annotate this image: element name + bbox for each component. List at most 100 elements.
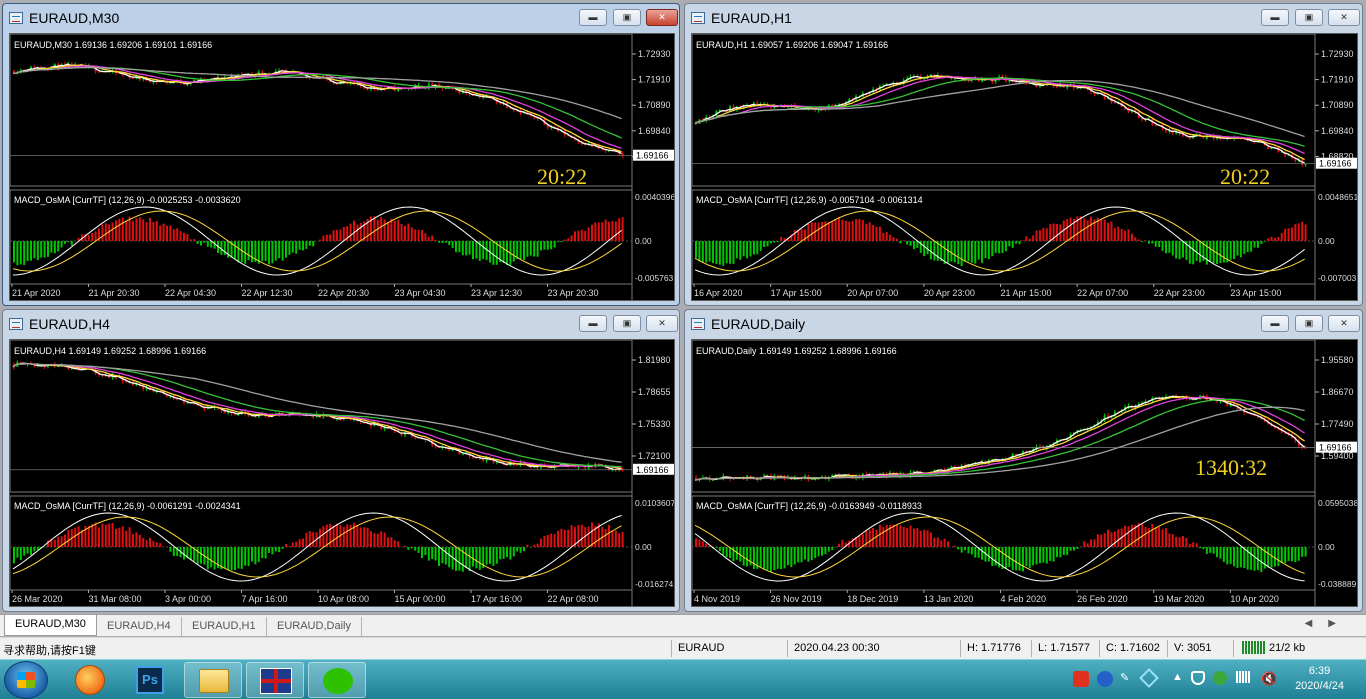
close-button[interactable]: ✕ (1328, 9, 1360, 26)
macd-histogram-bar (1015, 241, 1018, 244)
window-titlebar[interactable]: EURAUD,Daily ▬ ▣ ✕ (685, 310, 1362, 338)
chart-window-euraud-m30[interactable]: EURAUD,M30 ▬ ▣ ✕ EURAUD,M30 1.69136 1.69… (2, 3, 680, 306)
tab-euraud-h4[interactable]: EURAUD,H4 (97, 617, 182, 636)
macd-histogram-bar (902, 240, 905, 241)
macd-histogram-bar (1028, 238, 1031, 241)
macd-histogram-bar (729, 241, 732, 264)
maximize-button[interactable]: ▣ (1295, 9, 1323, 26)
chart-area[interactable]: EURAUD,M30 1.69136 1.69206 1.69101 1.691… (9, 33, 675, 301)
macd-histogram-bar (305, 532, 308, 547)
macd-histogram-bar (230, 547, 233, 571)
candle-body (516, 464, 519, 466)
chart-window-euraud-h1[interactable]: EURAUD,H1 ▬ ▣ ✕ EURAUD,H1 1.69057 1.6920… (684, 3, 1363, 306)
macd-histogram-bar (407, 223, 410, 241)
macd-histogram-bar (705, 543, 708, 547)
close-button[interactable]: ✕ (1328, 315, 1360, 332)
macd-histogram-bar (1035, 547, 1038, 565)
help-tray-icon[interactable] (1097, 671, 1113, 687)
macd-histogram-bar (159, 543, 162, 547)
candle-body (268, 416, 270, 418)
macd-histogram-bar (604, 529, 607, 547)
macd-histogram-bar (553, 533, 556, 547)
chart-window-euraud-daily[interactable]: EURAUD,Daily ▬ ▣ ✕ EURAUD,Daily 1.69149 … (684, 309, 1363, 612)
macd-histogram-bar (1253, 547, 1256, 571)
macd-histogram-bar (145, 540, 148, 547)
price-axis-label: 1.78655 (638, 387, 671, 397)
price-axis-label: 1.75330 (638, 419, 671, 429)
macd-histogram-bar (50, 241, 53, 253)
window-titlebar[interactable]: EURAUD,M30 ▬ ▣ ✕ (3, 4, 679, 32)
macd-histogram-bar (597, 222, 600, 241)
macd-histogram-bar (308, 241, 311, 246)
price-axis-label: 1.95580 (1321, 355, 1354, 365)
macd-histogram-bar (1222, 241, 1225, 263)
chart-window-euraud-h4[interactable]: EURAUD,H4 ▬ ▣ ✕ EURAUD,H4 1.69149 1.6925… (2, 309, 680, 612)
candle-countdown-timer: 20:22 (537, 164, 587, 189)
window-titlebar[interactable]: EURAUD,H1 ▬ ▣ ✕ (685, 4, 1362, 32)
close-button[interactable]: ✕ (646, 9, 678, 26)
minimize-button[interactable]: ▬ (579, 315, 607, 332)
macd-histogram-bar (1015, 547, 1018, 571)
minimize-button[interactable]: ▬ (1261, 9, 1289, 26)
macd-histogram-bar (1038, 230, 1041, 241)
macd-histogram-bar (444, 241, 447, 243)
wechat-taskbar-button[interactable] (308, 662, 366, 698)
macd-histogram-bar (240, 547, 243, 569)
macd-histogram-bar (981, 547, 984, 560)
time-axis-label: 22 Apr 20:30 (318, 288, 369, 298)
explorer-taskbar-button[interactable] (184, 662, 242, 698)
macd-histogram-bar (19, 241, 22, 265)
system-clock[interactable]: 6:39 2020/4/24 (1295, 664, 1344, 694)
time-axis-label: 31 Mar 08:00 (89, 594, 142, 604)
ime-tray-icon[interactable]: ✎ (1120, 671, 1129, 684)
macd-axis-label: 0.0040396 (635, 192, 675, 202)
sogou-ime-icon[interactable] (1073, 671, 1089, 687)
minimize-button[interactable]: ▬ (1261, 315, 1289, 332)
tab-euraud-m30[interactable]: EURAUD,M30 (4, 615, 97, 636)
macd-histogram-bar (434, 239, 437, 241)
macd-histogram-bar (1280, 233, 1283, 241)
maximize-button[interactable]: ▣ (613, 315, 641, 332)
maximize-button[interactable]: ▣ (1295, 315, 1323, 332)
macd-histogram-bar (950, 241, 953, 262)
macd-histogram-bar (523, 241, 525, 261)
chart-area[interactable]: EURAUD,Daily 1.69149 1.69252 1.68996 1.6… (691, 339, 1358, 607)
macd-histogram-bar (200, 547, 202, 564)
macd-histogram-bar (1233, 547, 1236, 567)
close-button[interactable]: ✕ (646, 315, 678, 332)
macd-histogram-bar (234, 547, 236, 571)
macd-histogram-bar (773, 547, 776, 571)
photoshop-taskbar-button[interactable]: Ps (121, 662, 179, 698)
candle-body (98, 71, 100, 73)
macd-histogram-bar (302, 538, 304, 547)
update-tray-icon[interactable] (1213, 671, 1227, 685)
tab-euraud-daily[interactable]: EURAUD,Daily (267, 617, 362, 636)
macd-histogram-bar (526, 544, 529, 547)
macd-histogram-bar (735, 241, 738, 259)
minimize-button[interactable]: ▬ (579, 9, 607, 26)
macd-histogram-bar (1045, 547, 1048, 564)
macd-histogram-bar (546, 535, 549, 547)
macd-histogram-bar (325, 234, 328, 241)
window-titlebar[interactable]: EURAUD,H4 ▬ ▣ ✕ (3, 310, 679, 338)
start-button[interactable] (4, 661, 48, 699)
macd-histogram-bar (933, 241, 936, 261)
macd-histogram-bar (302, 241, 304, 251)
macd-histogram-bar (899, 525, 902, 547)
package-tray-icon[interactable] (1139, 668, 1159, 688)
browser-taskbar-button[interactable] (62, 662, 120, 698)
show-hidden-icons[interactable]: ▲ (1172, 671, 1183, 683)
macd-histogram-bar (695, 538, 697, 547)
security-tray-icon[interactable] (1191, 671, 1205, 685)
chart-area[interactable]: EURAUD,H4 1.69149 1.69252 1.68996 1.6916… (9, 339, 675, 607)
metatrader-taskbar-button[interactable] (246, 662, 304, 698)
volume-muted-icon[interactable]: 🔇 (1261, 671, 1277, 687)
macd-histogram-bar (912, 241, 915, 249)
tab-scroll-arrows[interactable]: ◀▶ (1305, 618, 1352, 629)
macd-histogram-bar (926, 530, 929, 547)
macd-histogram-bar (264, 547, 267, 559)
network-icon[interactable] (1236, 671, 1250, 683)
tab-euraud-h1[interactable]: EURAUD,H1 (182, 617, 267, 636)
maximize-button[interactable]: ▣ (613, 9, 641, 26)
chart-area[interactable]: EURAUD,H1 1.69057 1.69206 1.69047 1.6916… (691, 33, 1358, 301)
